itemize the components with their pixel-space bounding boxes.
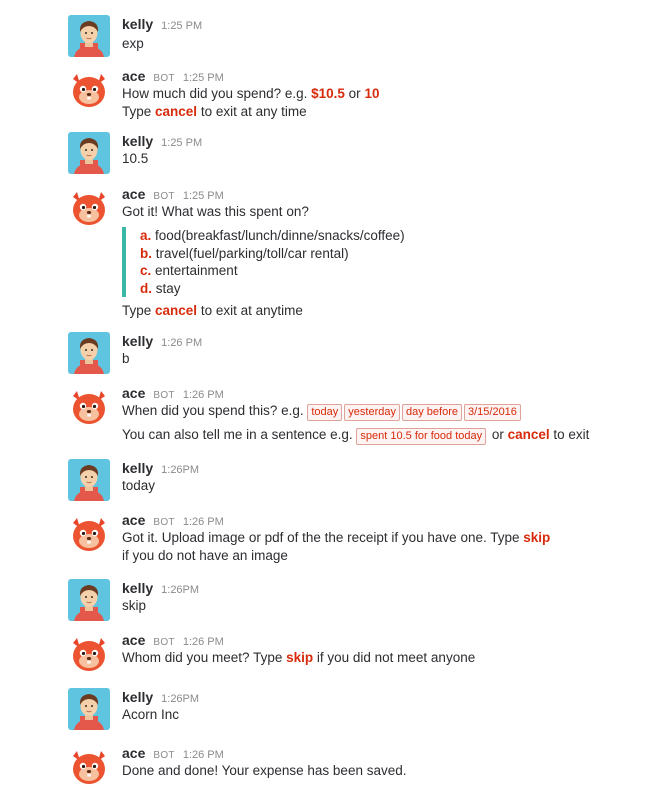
avatar[interactable] [68, 633, 110, 675]
timestamp[interactable]: 1:26 PM [183, 389, 224, 401]
code-chip: yesterday [344, 404, 400, 421]
option-item: d. stay [140, 280, 181, 296]
message-text: skip [122, 598, 147, 613]
avatar[interactable] [68, 187, 110, 229]
code-chip: day before [402, 404, 462, 421]
avatar[interactable] [68, 688, 110, 730]
timestamp[interactable]: 1:25 PM [183, 190, 224, 202]
timestamp[interactable]: 1:26 PM [183, 636, 224, 648]
message-text: Type cancel to exit at anytime [122, 303, 303, 318]
user-name[interactable]: kelly [122, 333, 153, 349]
timestamp[interactable]: 1:25 PM [161, 20, 202, 32]
options-quote: a. food(breakfast/lunch/dinne/snacks/cof… [122, 227, 405, 297]
avatar[interactable] [68, 459, 110, 501]
bot-badge: BOT [153, 73, 175, 84]
code-chip: today [307, 404, 343, 421]
avatar[interactable] [68, 15, 110, 57]
user-name[interactable]: ace [122, 632, 145, 648]
timestamp[interactable]: 1:25 PM [183, 72, 224, 84]
avatar[interactable] [68, 513, 110, 555]
avatar[interactable] [68, 386, 110, 428]
message-text: exp [122, 36, 144, 51]
user-name[interactable]: ace [122, 745, 145, 761]
avatar[interactable] [68, 132, 110, 174]
option-item: b. travel(fuel/parking/toll/car rental) [140, 245, 349, 261]
message-text: today [122, 478, 156, 493]
avatar[interactable] [68, 579, 110, 621]
avatar[interactable] [68, 746, 110, 788]
bot-badge: BOT [153, 637, 175, 648]
user-name[interactable]: ace [122, 385, 145, 401]
option-item: a. food(breakfast/lunch/dinne/snacks/cof… [140, 228, 405, 243]
bot-badge: BOT [153, 191, 175, 202]
timestamp[interactable]: 1:26 PM [183, 749, 224, 761]
timestamp[interactable]: 1:26PM [161, 693, 199, 705]
message-text: Got it! What was this spent on? [122, 204, 309, 219]
bot-badge: BOT [153, 750, 175, 761]
message-text: How much did you spend? e.g. $10.5 or 10 [122, 86, 380, 101]
avatar[interactable] [68, 332, 110, 374]
message-text: Type cancel to exit at any time [122, 104, 307, 119]
message-text: When did you spend this? e.g. today yeste… [122, 402, 589, 421]
option-item: c. entertainment [140, 263, 238, 278]
avatar[interactable] [68, 69, 110, 111]
message-text: b [122, 351, 130, 366]
user-name[interactable]: kelly [122, 133, 153, 149]
message-text: Got it. Upload image or pdf of the the r… [122, 530, 551, 545]
timestamp[interactable]: 1:26PM [161, 584, 199, 596]
message-text: Done and done! Your expense has been sav… [122, 763, 407, 778]
timestamp[interactable]: 1:26 PM [161, 337, 202, 349]
timestamp[interactable]: 1:25 PM [161, 137, 202, 149]
message-text: Acorn Inc [122, 707, 180, 722]
message-text: Whom did you meet? Type skip if you did … [122, 650, 476, 665]
bot-badge: BOT [153, 517, 175, 528]
message-text: You can also tell me in a sentence e.g. … [122, 426, 589, 445]
code-chip: 3/15/2016 [463, 404, 521, 421]
user-name[interactable]: kelly [122, 460, 153, 476]
user-name[interactable]: kelly [122, 16, 153, 32]
user-name[interactable]: ace [122, 186, 145, 202]
message-text: 10.5 [122, 151, 149, 166]
user-name[interactable]: ace [122, 512, 145, 528]
user-name[interactable]: ace [122, 68, 145, 84]
user-name[interactable]: kelly [122, 580, 153, 596]
code-chip: spent 10.5 for food today [356, 428, 487, 445]
timestamp[interactable]: 1:26PM [161, 464, 199, 476]
message-text: if you do not have an image [122, 548, 288, 563]
bot-badge: BOT [153, 390, 175, 401]
timestamp[interactable]: 1:26 PM [183, 516, 224, 528]
user-name[interactable]: kelly [122, 689, 153, 705]
